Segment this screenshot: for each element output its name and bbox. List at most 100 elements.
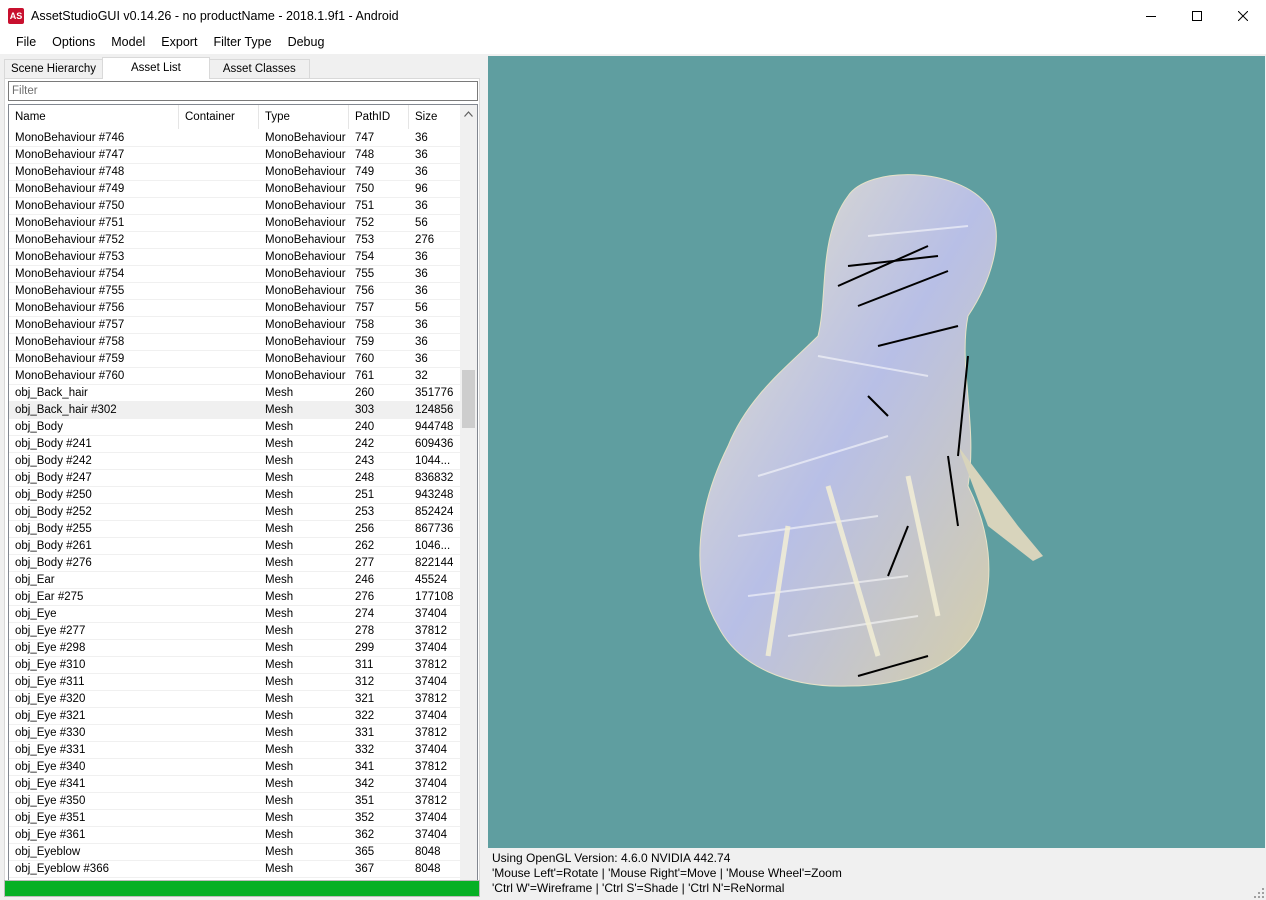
table-row[interactable]: obj_Eye #351 Mesh 352 37404 <box>9 810 461 827</box>
scrollbar-thumb[interactable] <box>462 370 475 428</box>
vertical-scrollbar[interactable] <box>460 105 477 893</box>
column-header-name[interactable]: Name <box>9 105 179 129</box>
table-row[interactable]: MonoBehaviour #752 MonoBehaviour 753 276 <box>9 232 461 249</box>
resize-grip-icon[interactable] <box>1254 888 1264 898</box>
row-pathid-cell: 750 <box>355 183 375 195</box>
column-header-type[interactable]: Type <box>259 105 349 129</box>
table-row[interactable]: obj_Back_hair #302 Mesh 303 124856 <box>9 402 461 419</box>
table-row[interactable]: MonoBehaviour #758 MonoBehaviour 759 36 <box>9 334 461 351</box>
maximize-button[interactable] <box>1174 0 1220 31</box>
row-container-cell <box>179 606 259 622</box>
table-row[interactable]: obj_Body #252 Mesh 253 852424 <box>9 504 461 521</box>
row-pathid-cell: 243 <box>355 455 375 467</box>
close-button[interactable] <box>1220 0 1266 31</box>
menu-export[interactable]: Export <box>153 31 205 54</box>
row-name-cell: MonoBehaviour #759 <box>15 353 125 365</box>
column-header-pathid[interactable]: PathID <box>349 105 409 129</box>
table-row[interactable]: obj_Ear Mesh 246 45524 <box>9 572 461 589</box>
table-row[interactable]: obj_Eye #298 Mesh 299 37404 <box>9 640 461 657</box>
tab-strip: Scene Hierarchy Asset List Asset Classes <box>4 57 310 79</box>
row-pathid-cell: 747 <box>355 132 375 144</box>
row-type-cell: Mesh <box>265 676 294 688</box>
row-name-cell: MonoBehaviour #750 <box>15 200 125 212</box>
table-row[interactable]: obj_Eye #340 Mesh 341 37812 <box>9 759 461 776</box>
menu-options[interactable]: Options <box>44 31 103 54</box>
column-header-size[interactable]: Size <box>409 105 461 129</box>
menu-file[interactable]: File <box>8 31 44 54</box>
table-row[interactable]: MonoBehaviour #759 MonoBehaviour 760 36 <box>9 351 461 368</box>
table-row[interactable]: MonoBehaviour #751 MonoBehaviour 752 56 <box>9 215 461 232</box>
row-type-cell: Mesh <box>265 387 294 399</box>
row-pathid-cell: 748 <box>355 149 375 161</box>
row-size-cell: 36 <box>415 285 428 297</box>
table-row[interactable]: MonoBehaviour #754 MonoBehaviour 755 36 <box>9 266 461 283</box>
row-type-cell: MonoBehaviour <box>265 149 346 161</box>
table-row[interactable]: obj_Body #250 Mesh 251 943248 <box>9 487 461 504</box>
table-row[interactable]: obj_Body #241 Mesh 242 609436 <box>9 436 461 453</box>
table-row[interactable]: obj_Eye #321 Mesh 322 37404 <box>9 708 461 725</box>
row-size-cell: 943248 <box>415 489 454 501</box>
table-row[interactable]: MonoBehaviour #746 MonoBehaviour 747 36 <box>9 130 461 147</box>
table-row[interactable]: MonoBehaviour #747 MonoBehaviour 748 36 <box>9 147 461 164</box>
row-name-cell: obj_Body #261 <box>15 540 92 552</box>
table-row[interactable]: MonoBehaviour #753 MonoBehaviour 754 36 <box>9 249 461 266</box>
row-container-cell <box>179 589 259 605</box>
table-row[interactable]: obj_Eyeblow Mesh 365 8048 <box>9 844 461 861</box>
row-size-cell: 36 <box>415 200 428 212</box>
scroll-up-button[interactable] <box>460 105 477 122</box>
row-name-cell: obj_Eye #321 <box>15 710 86 722</box>
menu-debug[interactable]: Debug <box>280 31 333 54</box>
row-size-cell: 96 <box>415 183 428 195</box>
table-row[interactable]: MonoBehaviour #757 MonoBehaviour 758 36 <box>9 317 461 334</box>
row-size-cell: 867736 <box>415 523 454 535</box>
table-row[interactable]: obj_Eye Mesh 274 37404 <box>9 606 461 623</box>
row-size-cell: 36 <box>415 166 428 178</box>
table-row[interactable]: MonoBehaviour #748 MonoBehaviour 749 36 <box>9 164 461 181</box>
row-size-cell: 822144 <box>415 557 454 569</box>
row-container-cell <box>179 385 259 401</box>
row-container-cell <box>179 657 259 673</box>
table-row[interactable]: MonoBehaviour #760 MonoBehaviour 761 32 <box>9 368 461 385</box>
table-row[interactable]: obj_Ear #275 Mesh 276 177108 <box>9 589 461 606</box>
table-row[interactable]: obj_Eye #310 Mesh 311 37812 <box>9 657 461 674</box>
tab-asset-classes[interactable]: Asset Classes <box>208 59 310 79</box>
table-row[interactable]: MonoBehaviour #755 MonoBehaviour 756 36 <box>9 283 461 300</box>
row-type-cell: MonoBehaviour <box>265 302 346 314</box>
table-row[interactable]: obj_Eye #331 Mesh 332 37404 <box>9 742 461 759</box>
table-row[interactable]: obj_Eye #350 Mesh 351 37812 <box>9 793 461 810</box>
table-row[interactable]: obj_Eye #320 Mesh 321 37812 <box>9 691 461 708</box>
minimize-button[interactable] <box>1128 0 1174 31</box>
table-row[interactable]: obj_Body #276 Mesh 277 822144 <box>9 555 461 572</box>
table-row[interactable]: MonoBehaviour #756 MonoBehaviour 757 56 <box>9 300 461 317</box>
table-row[interactable]: obj_Eye #330 Mesh 331 37812 <box>9 725 461 742</box>
tab-asset-list[interactable]: Asset List <box>102 57 210 79</box>
table-row[interactable]: obj_Eye #361 Mesh 362 37404 <box>9 827 461 844</box>
row-container-cell <box>179 215 259 231</box>
model-preview-viewport[interactable] <box>488 56 1265 848</box>
table-row[interactable]: obj_Body #255 Mesh 256 867736 <box>9 521 461 538</box>
table-row[interactable]: obj_Eye #311 Mesh 312 37404 <box>9 674 461 691</box>
table-row[interactable]: obj_Body #261 Mesh 262 1046... <box>9 538 461 555</box>
table-row[interactable]: obj_Body #242 Mesh 243 1044... <box>9 453 461 470</box>
row-size-cell: 37404 <box>415 778 447 790</box>
row-pathid-cell: 751 <box>355 200 375 212</box>
filter-input[interactable]: Filter <box>8 81 478 101</box>
menu-model[interactable]: Model <box>103 31 153 54</box>
row-size-cell: 37812 <box>415 727 447 739</box>
table-row[interactable]: obj_Eye #277 Mesh 278 37812 <box>9 623 461 640</box>
row-pathid-cell: 256 <box>355 523 375 535</box>
row-size-cell: 36 <box>415 336 428 348</box>
table-row[interactable]: obj_Eye #341 Mesh 342 37404 <box>9 776 461 793</box>
table-row[interactable]: obj_Back_hair Mesh 260 351776 <box>9 385 461 402</box>
table-row[interactable]: MonoBehaviour #750 MonoBehaviour 751 36 <box>9 198 461 215</box>
row-type-cell: Mesh <box>265 438 294 450</box>
chevron-up-icon <box>464 110 473 117</box>
table-row[interactable]: obj_Body Mesh 240 944748 <box>9 419 461 436</box>
table-row[interactable]: obj_Body #247 Mesh 248 836832 <box>9 470 461 487</box>
column-header-container[interactable]: Container <box>179 105 259 129</box>
tab-scene-hierarchy[interactable]: Scene Hierarchy <box>4 59 104 79</box>
table-row[interactable]: MonoBehaviour #749 MonoBehaviour 750 96 <box>9 181 461 198</box>
menu-filter-type[interactable]: Filter Type <box>205 31 279 54</box>
table-row[interactable]: obj_Eyeblow #366 Mesh 367 8048 <box>9 861 461 878</box>
asset-list-view[interactable]: Name Container Type PathID Size MonoBeha… <box>8 104 478 894</box>
